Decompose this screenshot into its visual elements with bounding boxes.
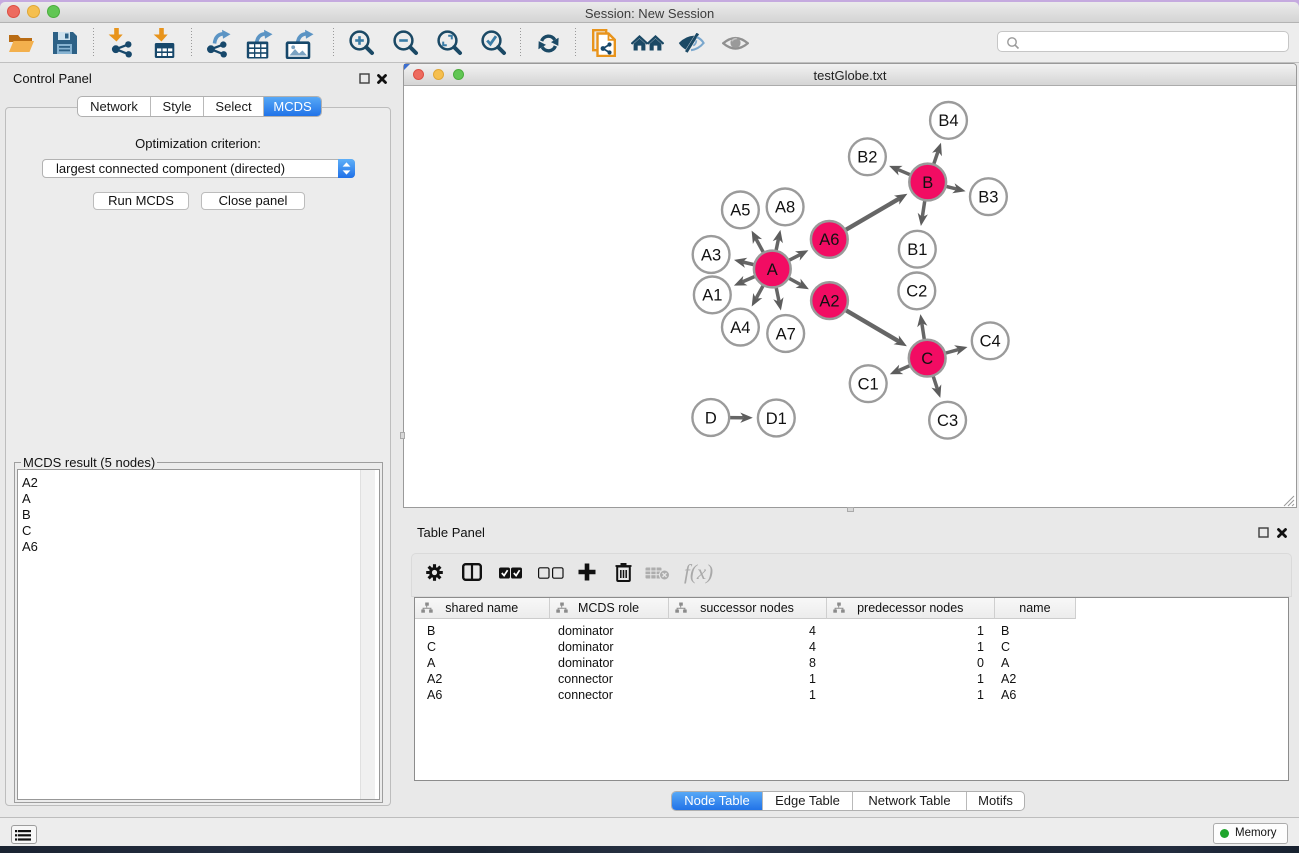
svg-text:C3: C3 xyxy=(937,412,958,430)
svg-text:A4: A4 xyxy=(730,319,750,337)
svg-text:A7: A7 xyxy=(776,325,796,343)
svg-text:C2: C2 xyxy=(906,283,927,301)
svg-text:A3: A3 xyxy=(701,246,721,264)
svg-text:B2: B2 xyxy=(857,149,877,167)
svg-text:A5: A5 xyxy=(730,202,750,220)
svg-text:A1: A1 xyxy=(702,287,722,305)
svg-text:A6: A6 xyxy=(819,231,839,249)
svg-text:B: B xyxy=(922,174,933,192)
svg-text:D1: D1 xyxy=(766,410,787,428)
svg-text:B4: B4 xyxy=(938,112,958,130)
svg-text:C1: C1 xyxy=(858,376,879,394)
svg-text:B3: B3 xyxy=(978,189,998,207)
svg-text:A2: A2 xyxy=(819,292,839,310)
svg-text:A: A xyxy=(767,261,778,279)
svg-text:A8: A8 xyxy=(775,199,795,217)
svg-text:D: D xyxy=(705,409,717,427)
svg-text:B1: B1 xyxy=(907,241,927,259)
svg-text:C4: C4 xyxy=(980,333,1001,351)
svg-text:C: C xyxy=(921,350,933,368)
